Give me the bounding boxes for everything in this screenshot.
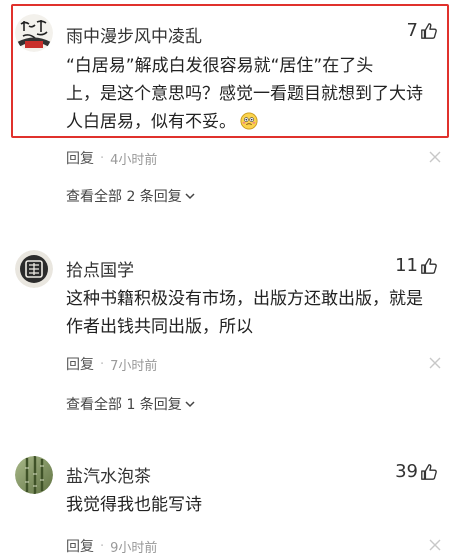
thumbs-up-icon: [421, 463, 437, 480]
comment-line: “白居易”解成白发很容易就“居住”在了头: [66, 56, 374, 76]
comment-text: 这种书籍积极没有市场，出版方还敢出版，就是 作者出钱共同出版，所以: [66, 285, 423, 341]
view-all-replies-button[interactable]: 查看全部 1 条回复: [66, 394, 195, 414]
view-all-label: 查看全部 2 条回复: [66, 189, 182, 205]
comment-text: 我觉得我也能写诗: [66, 491, 202, 519]
view-all-label: 查看全部 1 条回复: [66, 397, 182, 413]
bamboo-avatar-icon: [15, 456, 53, 494]
comment-line: 我觉得我也能写诗: [66, 495, 202, 515]
comment-meta: 回复 · 9小时前: [66, 536, 157, 553]
comment-meta: 回复 · 7小时前: [66, 354, 157, 374]
timestamp: 7小时前: [110, 358, 158, 374]
comment-text: “白居易”解成白发很容易就“居住”在了头 上，是这个意思吗？感觉一看题目就想到了…: [66, 52, 423, 136]
like-count: 39: [395, 461, 418, 482]
timestamp: 4小时前: [110, 152, 158, 168]
comment-line-wrap: 人白居易，似有不妥。: [66, 108, 423, 136]
username[interactable]: 盐汽水泡茶: [66, 462, 151, 487]
like-button[interactable]: 11: [395, 255, 438, 276]
like-count: 11: [395, 255, 418, 276]
thumbs-up-icon: [421, 22, 437, 39]
comment-line: 人白居易，似有不妥。: [66, 112, 236, 132]
reply-button[interactable]: 回复: [66, 536, 94, 553]
like-count: 7: [406, 20, 418, 41]
reply-button[interactable]: 回复: [66, 354, 94, 374]
comment-line: 上，是这个意思吗？感觉一看题目就想到了大诗: [66, 84, 423, 104]
separator-dot: ·: [100, 356, 105, 372]
separator-dot: ·: [100, 538, 105, 553]
username[interactable]: 雨中漫步风中凌乱: [66, 22, 202, 47]
avatar[interactable]: [15, 456, 53, 494]
embarrassed-emoji-icon: [240, 112, 258, 130]
chevron-down-icon: [185, 193, 195, 200]
close-icon[interactable]: [428, 150, 442, 164]
like-button[interactable]: 39: [395, 461, 438, 482]
like-button[interactable]: 7: [407, 20, 438, 41]
timestamp: 9小时前: [110, 540, 158, 553]
comment-line: 作者出钱共同出版，所以: [66, 317, 253, 337]
avatar[interactable]: [15, 250, 53, 288]
calligraphy-avatar-icon: [15, 14, 53, 52]
comment-meta: 回复 · 4小时前: [66, 148, 157, 168]
chevron-down-icon: [185, 401, 195, 408]
reply-button[interactable]: 回复: [66, 148, 94, 168]
close-icon[interactable]: [428, 538, 442, 552]
username[interactable]: 拾点国学: [66, 256, 134, 281]
view-all-replies-button[interactable]: 查看全部 2 条回复: [66, 186, 195, 206]
avatar[interactable]: [15, 14, 53, 52]
seal-avatar-icon: [15, 250, 53, 288]
close-icon[interactable]: [428, 356, 442, 370]
separator-dot: ·: [100, 150, 105, 166]
comment-line: 这种书籍积极没有市场，出版方还敢出版，就是: [66, 289, 423, 309]
thumbs-up-icon: [421, 257, 437, 274]
